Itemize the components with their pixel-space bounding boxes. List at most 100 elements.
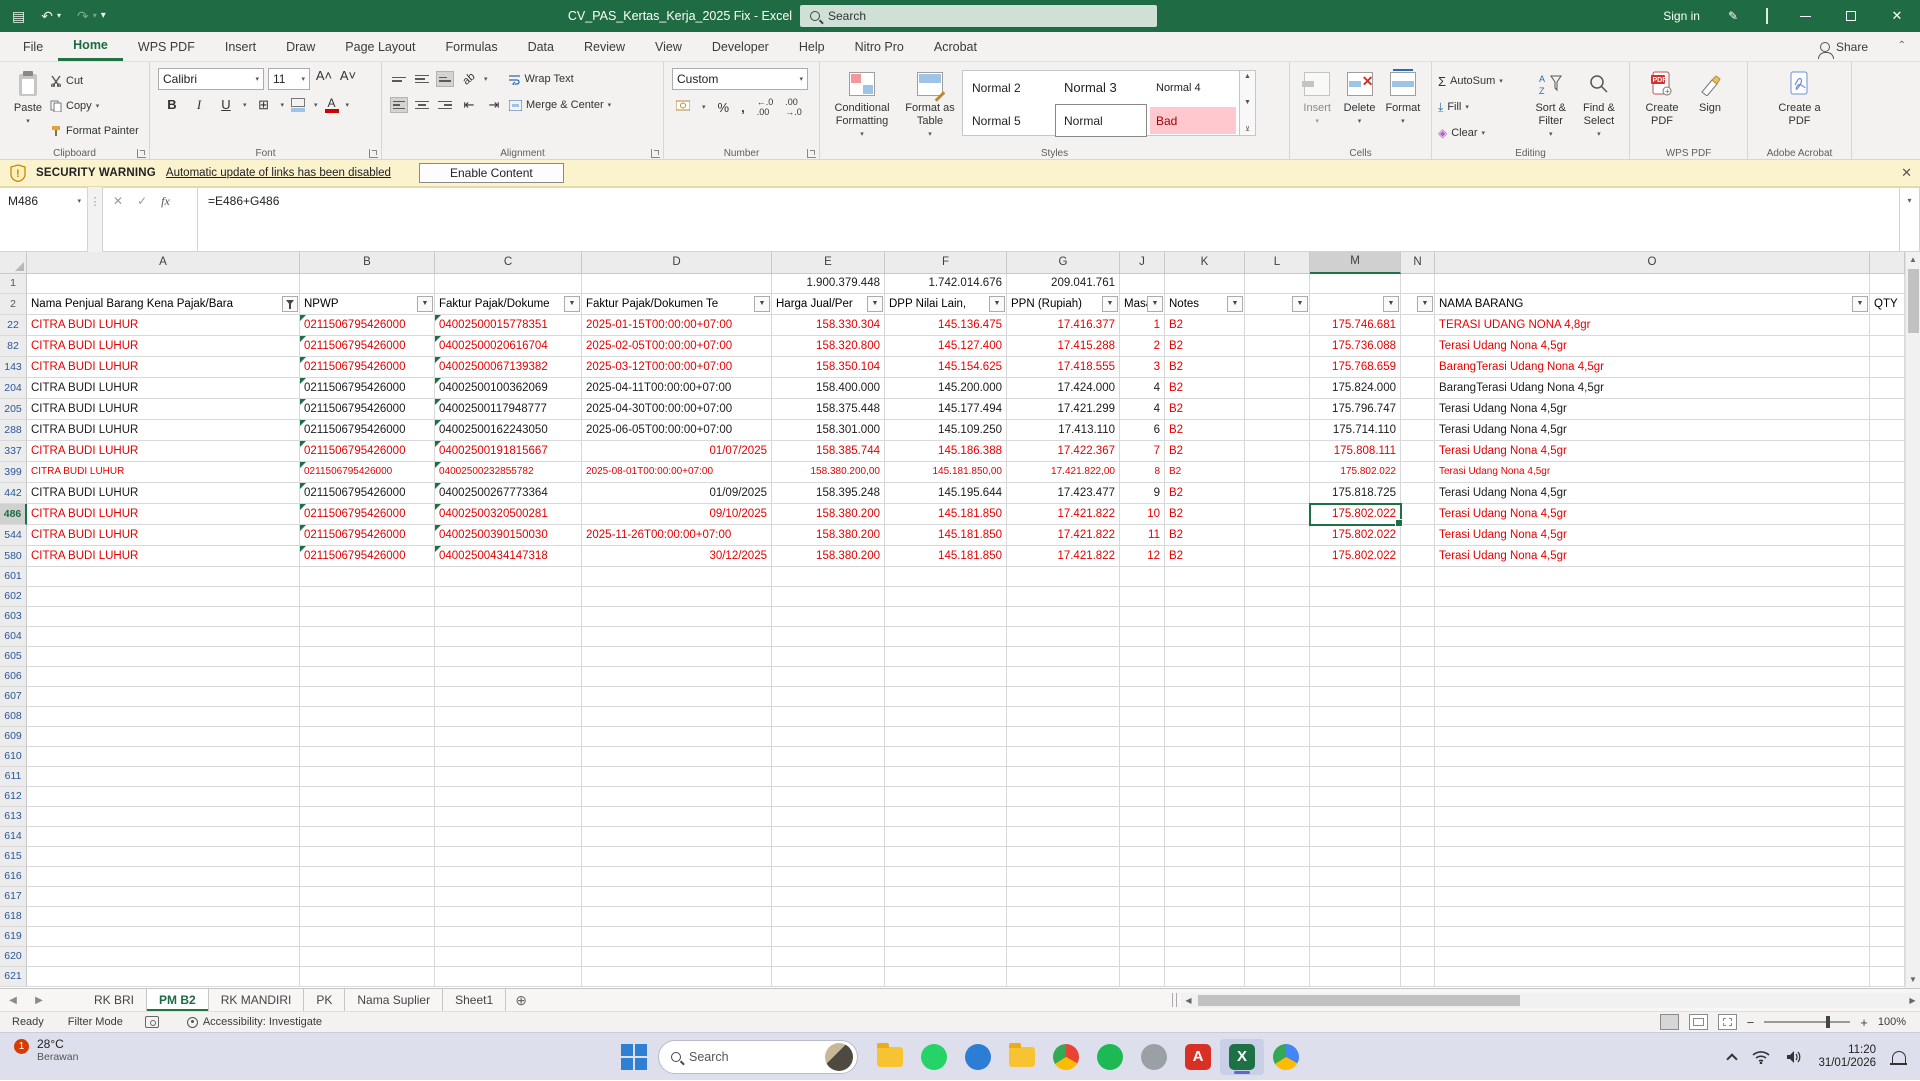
orientation-icon[interactable]: ab [457, 68, 480, 90]
grid-cell[interactable]: 7 [1120, 441, 1165, 462]
grid-cell[interactable] [1120, 767, 1165, 787]
grid-cell[interactable] [1120, 707, 1165, 727]
row-header-544[interactable]: 544 [0, 525, 27, 546]
grid-cell[interactable] [300, 867, 435, 887]
title-search-box[interactable]: Search [800, 5, 1157, 27]
grid-cell[interactable]: 04002500162243050 [435, 420, 582, 441]
grid-cell[interactable] [1310, 627, 1401, 647]
grid-cell[interactable]: 17.421.299 [1007, 399, 1120, 420]
cancel-entry-icon[interactable]: ✕ [113, 194, 123, 251]
grid-cell[interactable] [435, 847, 582, 867]
format-painter-button[interactable]: Format Painter [50, 120, 139, 142]
align-top-icon[interactable] [390, 71, 408, 87]
grid-cell[interactable] [1435, 767, 1870, 787]
grid-cell[interactable] [1401, 947, 1435, 967]
grid-cell[interactable] [1007, 807, 1120, 827]
grid-cell[interactable]: 10 [1120, 504, 1165, 525]
grid-cell[interactable] [1245, 947, 1310, 967]
grid-cell[interactable] [1245, 587, 1310, 607]
edge-icon[interactable] [956, 1039, 1000, 1075]
row-header-617[interactable]: 617 [0, 887, 27, 907]
grid-cell[interactable] [435, 627, 582, 647]
share-button[interactable]: Share [1817, 32, 1868, 62]
grid-cell[interactable] [772, 747, 885, 767]
grid-cell[interactable] [1165, 667, 1245, 687]
format-as-table-button[interactable]: Format as Table ▾ [898, 66, 962, 142]
grid-cell[interactable]: CITRA BUDI LUHUR [27, 399, 300, 420]
grid-cell[interactable]: Terasi Udang Nona 4,5gr [1435, 441, 1870, 462]
grid-cell[interactable] [1007, 627, 1120, 647]
grid-cell[interactable]: 2025-04-30T00:00:00+07:00 [582, 399, 772, 420]
grid-cell[interactable]: B2 [1165, 336, 1245, 357]
grid-cell[interactable]: 158.395.248 [772, 483, 885, 504]
grid-cell[interactable] [1310, 767, 1401, 787]
grid-cell[interactable]: 3 [1120, 357, 1165, 378]
grid-cell[interactable] [27, 627, 300, 647]
undo-icon[interactable]: ↶ [41, 0, 53, 32]
grid-cell[interactable] [1165, 274, 1245, 294]
grid-cell[interactable] [1435, 274, 1870, 294]
column-header-C[interactable]: C [435, 252, 582, 274]
grid-cell[interactable] [300, 787, 435, 807]
grid-cell[interactable] [1401, 727, 1435, 747]
grid-cell[interactable]: 4 [1120, 378, 1165, 399]
grid-cell[interactable]: 04002500117948777 [435, 399, 582, 420]
grid-cell[interactable] [1120, 887, 1165, 907]
name-box[interactable]: M486 ▾ [0, 187, 88, 252]
grid-cell[interactable]: B2 [1165, 483, 1245, 504]
wps-sign-button[interactable]: Sign [1688, 66, 1732, 142]
grid-cell[interactable] [885, 587, 1007, 607]
grid-cell[interactable] [885, 867, 1007, 887]
grid-cell[interactable]: B2 [1165, 546, 1245, 567]
grid-cell[interactable] [582, 567, 772, 587]
grid-cell[interactable] [1870, 607, 1905, 627]
grid-cell[interactable] [1165, 887, 1245, 907]
filter-dropdown-button[interactable]: ▼ [754, 296, 770, 312]
grid-cell[interactable] [772, 687, 885, 707]
grid-cell[interactable] [1165, 947, 1245, 967]
grid-cell[interactable] [1165, 687, 1245, 707]
grid-cell[interactable] [300, 707, 435, 727]
grid-cell[interactable]: 0211506795426000 [300, 483, 435, 504]
grid-cell[interactable] [1120, 907, 1165, 927]
ribbon-tab-review[interactable]: Review [569, 32, 640, 61]
grid-cell[interactable] [1401, 627, 1435, 647]
grid-cell[interactable] [1870, 687, 1905, 707]
grid-cell[interactable] [1401, 462, 1435, 483]
grid-cell[interactable] [1007, 787, 1120, 807]
borders-icon[interactable]: ⊞ [254, 97, 274, 113]
weather-widget[interactable]: 1 28°C Berawan [14, 1037, 78, 1063]
grid-cell[interactable]: 145.181.850,00 [885, 462, 1007, 483]
grid-cell[interactable] [772, 587, 885, 607]
grid-cell[interactable]: 145.154.625 [885, 357, 1007, 378]
grid-cell[interactable] [1870, 767, 1905, 787]
column-header-L[interactable]: L [1245, 252, 1310, 274]
grid-cell[interactable] [27, 727, 300, 747]
font-name-select[interactable]: Calibri ▾ [158, 68, 264, 90]
grid-cell[interactable] [1401, 847, 1435, 867]
pencil-icon[interactable]: ✎ [1714, 0, 1752, 32]
grid-cell[interactable]: 17.421.822 [1007, 504, 1120, 525]
grid-cell[interactable]: 2025-11-26T00:00:00+07:00 [582, 525, 772, 546]
grid-cell[interactable] [1401, 315, 1435, 336]
column-header-K[interactable]: K [1165, 252, 1245, 274]
scroll-right-icon[interactable]: ▶ [1905, 992, 1920, 1008]
grid-cell[interactable] [1165, 647, 1245, 667]
sheet-tab-sheet1[interactable]: Sheet1 [443, 989, 507, 1011]
grid-cell[interactable]: 145.200.000 [885, 378, 1007, 399]
grid-cell[interactable] [1870, 847, 1905, 867]
grid-cell[interactable] [1120, 967, 1165, 987]
clipboard-dialog-launcher-icon[interactable] [137, 149, 146, 158]
grid-cell[interactable] [27, 747, 300, 767]
grid-cell[interactable] [885, 667, 1007, 687]
grid-cell[interactable] [27, 847, 300, 867]
accounting-format-icon[interactable] [675, 99, 691, 115]
grid-cell[interactable] [582, 647, 772, 667]
grid-cell[interactable] [1310, 907, 1401, 927]
alignment-dialog-launcher-icon[interactable] [651, 149, 660, 158]
grid-cell[interactable] [1310, 947, 1401, 967]
grid-cell[interactable]: ▼ [1245, 294, 1310, 315]
grid-cell[interactable] [435, 747, 582, 767]
column-header-O[interactable]: O [1435, 252, 1870, 274]
grid-cell[interactable] [1401, 274, 1435, 294]
